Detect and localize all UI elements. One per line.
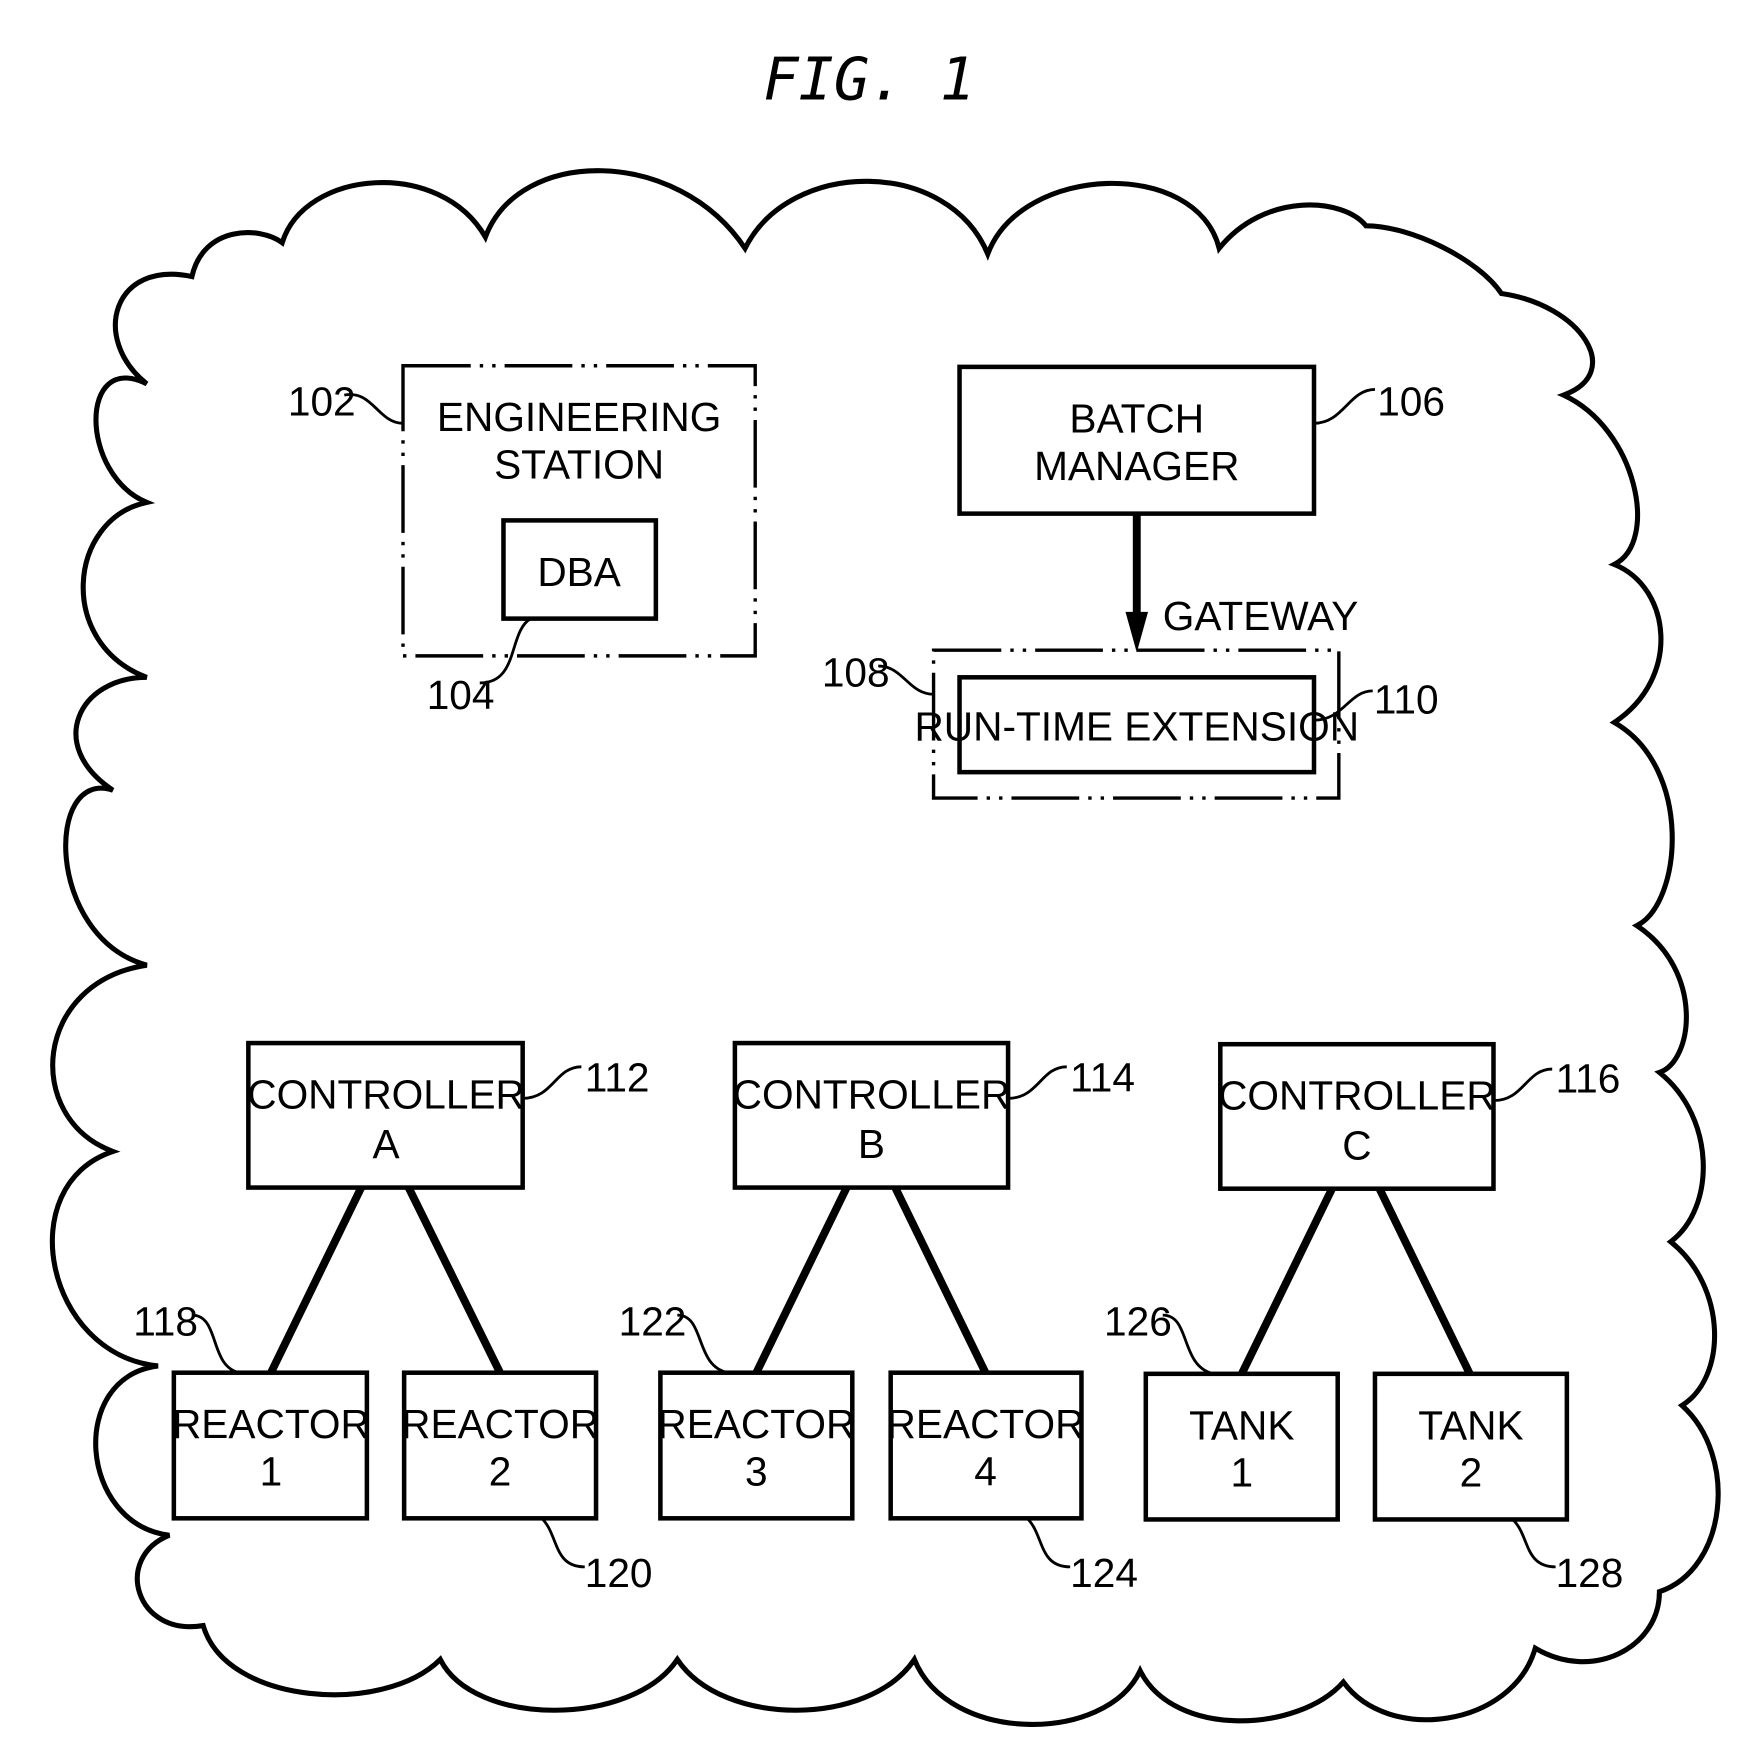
edge-controller-c-tank-2 <box>1375 1186 1474 1376</box>
ref-118: 118 <box>133 1298 198 1344</box>
controller-c: CONTROLLER C 116 <box>1218 1041 1621 1191</box>
ref-110: 110 <box>1374 676 1439 722</box>
dba-label: DBA <box>537 549 621 595</box>
ref-102: 102 <box>288 378 356 424</box>
ref-leader-120 <box>540 1517 585 1569</box>
dba: DBA 104 <box>427 518 659 718</box>
reactor-1-label-1: REACTOR <box>172 1401 370 1447</box>
tank-1-label-1: TANK <box>1189 1402 1294 1448</box>
batch-manager: BATCH MANAGER 106 <box>957 364 1445 516</box>
reactor-2-label-1: REACTOR <box>401 1401 599 1447</box>
controller-c-label-1: CONTROLLER <box>1218 1073 1496 1119</box>
reactor-3: REACTOR 3 122 <box>619 1298 855 1521</box>
edge-controller-a-reactor-1 <box>267 1185 365 1375</box>
reactor-4-label-2: 4 <box>974 1449 997 1495</box>
batch-manager-label-2: MANAGER <box>1034 443 1239 489</box>
ref-126: 126 <box>1104 1298 1172 1344</box>
ref-leader-112 <box>522 1065 582 1100</box>
reactor-4-label-1: REACTOR <box>887 1401 1085 1447</box>
ref-leader-114 <box>1008 1065 1067 1100</box>
controller-a-label-1: CONTROLLER <box>247 1072 525 1118</box>
reactor-1-label-2: 1 <box>260 1449 283 1495</box>
edge-controller-b-reactor-3 <box>752 1185 851 1375</box>
gateway-label: GATEWAY <box>1163 593 1359 639</box>
ref-104: 104 <box>427 672 495 718</box>
ref-128: 128 <box>1556 1550 1624 1596</box>
tank-2: TANK 2 128 <box>1372 1371 1624 1596</box>
figure-title: FIG. 1 <box>763 45 975 113</box>
tank-2-label-2: 2 <box>1460 1450 1483 1496</box>
ref-120: 120 <box>585 1550 653 1596</box>
ref-112: 112 <box>585 1055 650 1101</box>
controller-a: CONTROLLER A 112 <box>246 1040 650 1190</box>
tank-1: TANK 1 126 <box>1104 1298 1340 1522</box>
ref-106: 106 <box>1377 378 1445 424</box>
arrowhead-icon <box>1125 611 1149 653</box>
ref-leader-118 <box>191 1313 240 1375</box>
reactor-2: REACTOR 2 120 <box>401 1370 653 1596</box>
edge-controller-a-reactor-2 <box>405 1185 504 1375</box>
reactor-1: REACTOR 1 118 <box>133 1298 370 1521</box>
controller-b-label-2: B <box>858 1121 885 1167</box>
fig1-diagram: FIG. 1 ENGINEERING STATION 102 DBA 104 B… <box>49 45 1721 1727</box>
controller-a-label-2: A <box>373 1121 401 1167</box>
edge-batch-to-gateway <box>1125 513 1149 653</box>
runtime-extension-label: RUN-TIME EXTENSION <box>914 704 1359 750</box>
reactor-2-label-2: 2 <box>489 1449 512 1495</box>
tank-2-label-1: TANK <box>1418 1402 1523 1448</box>
edge-controller-b-reactor-4 <box>891 1185 990 1375</box>
ref-leader-106 <box>1313 388 1376 425</box>
reactor-3-label-2: 3 <box>745 1449 768 1495</box>
controller-b-label-1: CONTROLLER <box>733 1072 1011 1118</box>
runtime-extension: RUN-TIME EXTENSION 110 <box>914 675 1439 775</box>
controller-b: CONTROLLER B 114 <box>732 1040 1135 1190</box>
ref-114: 114 <box>1070 1055 1135 1101</box>
engineering-station-label-1: ENGINEERING <box>437 394 721 440</box>
ref-leader-116 <box>1493 1067 1553 1103</box>
controller-c-label-2: C <box>1342 1122 1371 1168</box>
ref-leader-124 <box>1026 1517 1071 1569</box>
ref-122: 122 <box>619 1298 687 1344</box>
tank-1-label-2: 1 <box>1230 1450 1253 1496</box>
ref-124: 124 <box>1070 1550 1138 1596</box>
ref-leader-128 <box>1511 1518 1556 1569</box>
batch-manager-label-1: BATCH <box>1069 395 1204 441</box>
ref-108: 108 <box>822 649 890 695</box>
ref-116: 116 <box>1556 1056 1621 1102</box>
engineering-station-label-2: STATION <box>494 442 664 488</box>
edge-controller-c-tank-1 <box>1238 1186 1336 1376</box>
reactor-3-label-1: REACTOR <box>657 1401 855 1447</box>
reactor-4: REACTOR 4 124 <box>887 1370 1138 1596</box>
